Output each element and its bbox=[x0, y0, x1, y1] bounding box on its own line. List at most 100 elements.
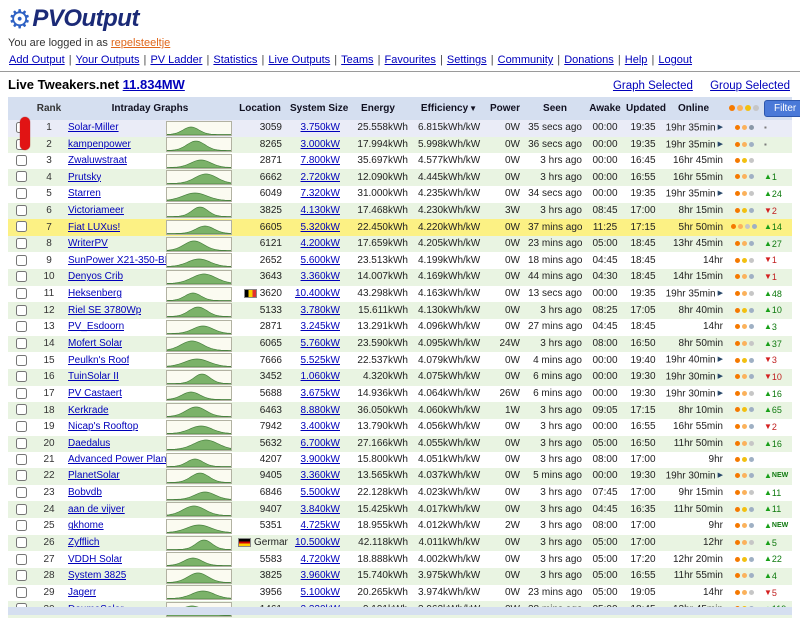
nav-link-settings[interactable]: Settings bbox=[447, 54, 487, 66]
row-checkbox[interactable] bbox=[15, 570, 27, 582]
row-checkbox[interactable] bbox=[15, 155, 27, 167]
header-seen[interactable]: Seen bbox=[526, 97, 586, 120]
header-awake[interactable]: Awake bbox=[586, 97, 624, 120]
row-checkbox[interactable] bbox=[15, 371, 27, 383]
row-checkbox[interactable] bbox=[15, 387, 27, 399]
nav-link-pv-ladder[interactable]: PV Ladder bbox=[150, 54, 202, 66]
nav-link-help[interactable]: Help bbox=[625, 54, 648, 66]
system-name-link[interactable]: TuinSolar II bbox=[68, 369, 119, 385]
nav-link-statistics[interactable]: Statistics bbox=[213, 54, 257, 66]
row-checkbox[interactable] bbox=[15, 287, 27, 299]
system-name-link[interactable]: Mofert Solar bbox=[68, 336, 122, 352]
system-size-link[interactable]: 6.700kW bbox=[301, 438, 340, 449]
system-name-link[interactable]: Fiat LUXus! bbox=[68, 220, 120, 236]
sparkline-thumbnail[interactable] bbox=[166, 286, 232, 302]
row-checkbox[interactable] bbox=[15, 520, 27, 532]
system-size-link[interactable]: 3.780kW bbox=[301, 305, 340, 316]
system-size-link[interactable]: 4.720kW bbox=[301, 554, 340, 565]
graph-selected-link[interactable]: Graph Selected bbox=[613, 80, 693, 92]
system-name-link[interactable]: System 3825 bbox=[68, 568, 126, 584]
sparkline-thumbnail[interactable] bbox=[166, 518, 232, 534]
sparkline-thumbnail[interactable] bbox=[166, 436, 232, 452]
row-checkbox[interactable] bbox=[15, 486, 27, 498]
system-name-link[interactable]: Riel SE 3780Wp bbox=[68, 303, 141, 319]
system-size-link[interactable]: 5.600kW bbox=[301, 255, 340, 266]
row-checkbox[interactable] bbox=[15, 304, 27, 316]
system-name-link[interactable]: PlanetSolar bbox=[68, 468, 120, 484]
nav-link-donations[interactable]: Donations bbox=[564, 54, 614, 66]
sparkline-thumbnail[interactable] bbox=[166, 386, 232, 402]
system-size-link[interactable]: 5.100kW bbox=[301, 587, 340, 598]
system-name-link[interactable]: WriterPV bbox=[68, 236, 108, 252]
sparkline-thumbnail[interactable] bbox=[166, 236, 232, 252]
header-system-size[interactable]: System Size bbox=[288, 97, 348, 120]
system-name-link[interactable]: Bobvdb bbox=[68, 485, 102, 501]
system-size-link[interactable]: 2.720kW bbox=[301, 172, 340, 183]
system-name-link[interactable]: VDDH Solar bbox=[68, 552, 122, 568]
system-size-link[interactable]: 3.675kW bbox=[301, 388, 340, 399]
system-size-link[interactable]: 3.900kW bbox=[301, 454, 340, 465]
row-checkbox[interactable] bbox=[15, 221, 27, 233]
system-size-link[interactable]: 3.245kW bbox=[301, 321, 340, 332]
row-checkbox[interactable] bbox=[15, 354, 27, 366]
system-size-link[interactable]: 3.360kW bbox=[301, 470, 340, 481]
sparkline-thumbnail[interactable] bbox=[166, 186, 232, 202]
system-size-link[interactable]: 4.130kW bbox=[301, 205, 340, 216]
system-name-link[interactable]: kampenpower bbox=[68, 137, 131, 153]
system-name-link[interactable]: Advanced Power Plant bbox=[68, 452, 166, 468]
team-total-power-link[interactable]: 11.834MW bbox=[123, 77, 185, 92]
nav-link-add-output[interactable]: Add Output bbox=[9, 54, 65, 66]
system-size-link[interactable]: 4.725kW bbox=[301, 520, 340, 531]
system-name-link[interactable]: Peulkn's Roof bbox=[68, 353, 129, 369]
sparkline-thumbnail[interactable] bbox=[166, 403, 232, 419]
system-size-link[interactable]: 7.800kW bbox=[301, 155, 340, 166]
row-checkbox[interactable] bbox=[15, 586, 27, 598]
system-name-link[interactable]: gkhome bbox=[68, 518, 104, 534]
sparkline-thumbnail[interactable] bbox=[166, 369, 232, 385]
sparkline-thumbnail[interactable] bbox=[166, 336, 232, 352]
system-size-link[interactable]: 5.500kW bbox=[301, 487, 340, 498]
username-link[interactable]: repelsteeltje bbox=[111, 37, 170, 49]
sparkline-thumbnail[interactable] bbox=[166, 137, 232, 153]
sparkline-thumbnail[interactable] bbox=[166, 203, 232, 219]
sparkline-thumbnail[interactable] bbox=[166, 170, 232, 186]
system-size-link[interactable]: 3.960kW bbox=[301, 570, 340, 581]
header-rank[interactable]: Rank bbox=[34, 97, 64, 120]
row-checkbox[interactable] bbox=[15, 404, 27, 416]
system-size-link[interactable]: 5.320kW bbox=[301, 222, 340, 233]
system-size-link[interactable]: 10.500kW bbox=[295, 537, 340, 548]
system-size-link[interactable]: 5.525kW bbox=[301, 355, 340, 366]
sparkline-thumbnail[interactable] bbox=[166, 153, 232, 169]
system-name-link[interactable]: Starren bbox=[68, 186, 101, 202]
row-checkbox[interactable] bbox=[15, 553, 27, 565]
sparkline-thumbnail[interactable] bbox=[166, 585, 232, 601]
sparkline-thumbnail[interactable] bbox=[166, 568, 232, 584]
row-checkbox[interactable] bbox=[15, 188, 27, 200]
system-name-link[interactable]: Zwaluwstraat bbox=[68, 153, 127, 169]
header-location[interactable]: Location bbox=[236, 97, 288, 120]
header-power[interactable]: Power bbox=[488, 97, 526, 120]
nav-link-logout[interactable]: Logout bbox=[658, 54, 692, 66]
system-size-link[interactable]: 4.200kW bbox=[301, 238, 340, 249]
system-size-link[interactable]: 7.320kW bbox=[301, 188, 340, 199]
system-size-link[interactable]: 8.880kW bbox=[301, 405, 340, 416]
sparkline-thumbnail[interactable] bbox=[166, 303, 232, 319]
row-checkbox[interactable] bbox=[15, 337, 27, 349]
system-name-link[interactable]: Daedalus bbox=[68, 436, 110, 452]
system-name-link[interactable]: PV_Esdoorn bbox=[68, 319, 124, 335]
header-online[interactable]: Online bbox=[662, 97, 726, 120]
sparkline-thumbnail[interactable] bbox=[166, 319, 232, 335]
system-name-link[interactable]: Nicap's Rooftop bbox=[68, 419, 138, 435]
system-size-link[interactable]: 3.840kW bbox=[301, 504, 340, 515]
sparkline-thumbnail[interactable] bbox=[166, 353, 232, 369]
sparkline-thumbnail[interactable] bbox=[166, 269, 232, 285]
row-checkbox[interactable] bbox=[15, 321, 27, 333]
system-name-link[interactable]: Heksenberg bbox=[68, 286, 122, 302]
system-size-link[interactable]: 3.000kW bbox=[301, 139, 340, 150]
system-name-link[interactable]: SunPower X21-350-BLK bbox=[68, 253, 166, 269]
system-name-link[interactable]: Zyfflich bbox=[68, 535, 100, 551]
nav-link-live-outputs[interactable]: Live Outputs bbox=[268, 54, 330, 66]
sparkline-thumbnail[interactable] bbox=[166, 452, 232, 468]
row-checkbox[interactable] bbox=[15, 437, 27, 449]
system-size-link[interactable]: 3.360kW bbox=[301, 271, 340, 282]
